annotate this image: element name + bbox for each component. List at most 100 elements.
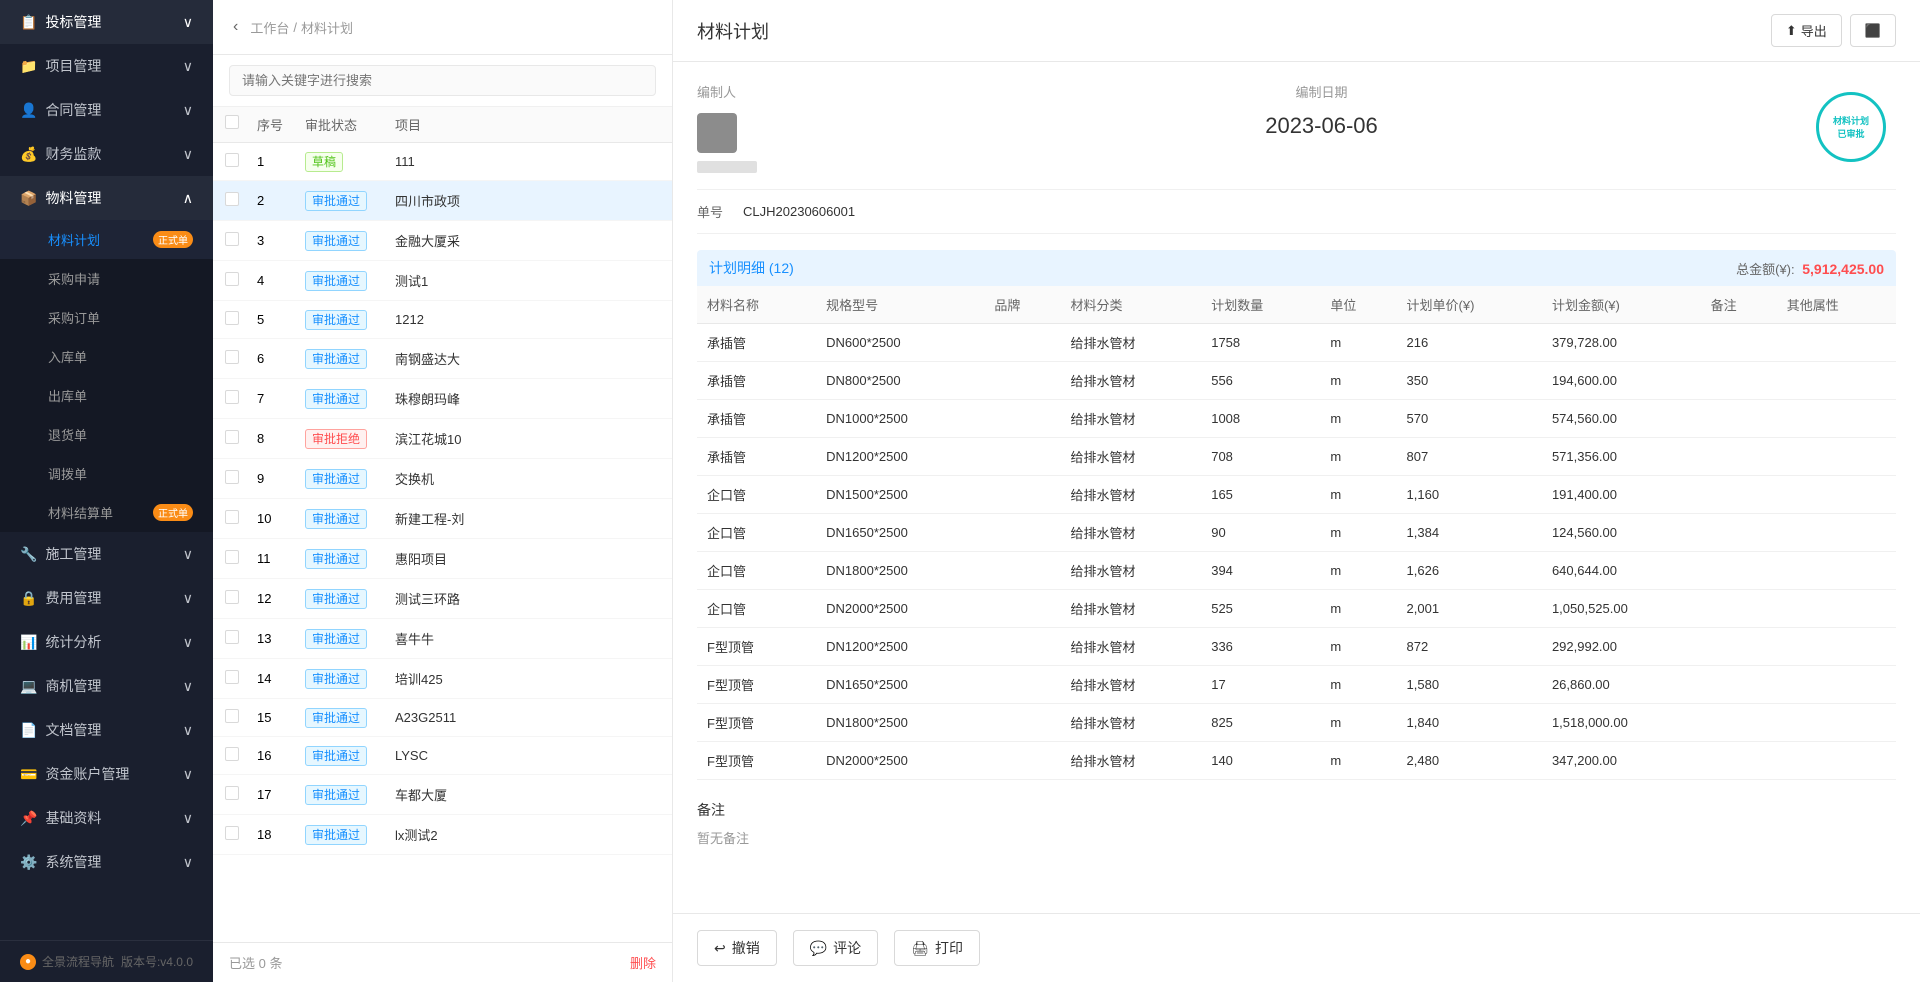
table-row[interactable]: 14 审批通过 培训425 bbox=[213, 659, 672, 699]
table-row[interactable]: 3 审批通过 金融大厦采 bbox=[213, 221, 672, 261]
sidebar-item-stock-in[interactable]: 入库单 bbox=[0, 337, 213, 376]
row-checkbox[interactable] bbox=[225, 709, 239, 723]
td-amount: 194,600.00 bbox=[1542, 362, 1701, 400]
sidebar-item-transfer[interactable]: 调拨单 bbox=[0, 454, 213, 493]
list-item[interactable]: 企口管DN2000*2500给排水管材525m2,0011,050,525.00 bbox=[697, 590, 1896, 628]
date-section: 编制日期 2023-06-06 bbox=[837, 82, 1806, 139]
table-row[interactable]: 16 审批通过 LYSC bbox=[213, 737, 672, 775]
row-checkbox[interactable] bbox=[225, 747, 239, 761]
row-checkbox[interactable] bbox=[225, 192, 239, 206]
td-amount: 379,728.00 bbox=[1542, 324, 1701, 362]
list-item[interactable]: F型顶管DN1800*2500给排水管材825m1,8401,518,000.0… bbox=[697, 704, 1896, 742]
transfer-label: 调拨单 bbox=[48, 464, 87, 483]
list-item[interactable]: 企口管DN1500*2500给排水管材165m1,160191,400.00 bbox=[697, 476, 1896, 514]
table-row[interactable]: 12 审批通过 测试三环路 bbox=[213, 579, 672, 619]
total-label: 总金额(¥): bbox=[1736, 262, 1795, 277]
row-seq: 2 bbox=[257, 193, 305, 208]
table-row[interactable]: 10 审批通过 新建工程-刘 bbox=[213, 499, 672, 539]
row-checkbox[interactable] bbox=[225, 470, 239, 484]
sidebar-item-construction[interactable]: 🔧 施工管理 ∨ bbox=[0, 532, 213, 576]
chevron-down-icon-6: ∨ bbox=[183, 590, 193, 607]
qrcode-button[interactable]: ⬛ bbox=[1850, 14, 1896, 47]
row-checkbox[interactable] bbox=[225, 630, 239, 644]
sidebar-item-project[interactable]: 📁 项目管理 ∨ bbox=[0, 44, 213, 88]
table-row[interactable]: 11 审批通过 惠阳项目 bbox=[213, 539, 672, 579]
sidebar-item-contract[interactable]: 👤 合同管理 ∨ bbox=[0, 88, 213, 132]
sidebar-item-doc[interactable]: 📄 文档管理 ∨ bbox=[0, 708, 213, 752]
row-checkbox[interactable] bbox=[225, 311, 239, 325]
row-project: 测试三环路 bbox=[395, 589, 660, 608]
table-row[interactable]: 7 审批通过 珠穆朗玛峰 bbox=[213, 379, 672, 419]
sidebar-item-purchase-apply[interactable]: 采购申请 bbox=[0, 259, 213, 298]
td-name: F型顶管 bbox=[697, 704, 816, 742]
sidebar-item-materials[interactable]: 📦 物料管理 ∧ bbox=[0, 176, 213, 220]
print-button[interactable]: 🖨 打印 bbox=[894, 930, 980, 966]
table-row[interactable]: 17 审批通过 车都大厦 bbox=[213, 775, 672, 815]
td-unit: m bbox=[1320, 666, 1396, 704]
table-row[interactable]: 2 审批通过 四川市政项 bbox=[213, 181, 672, 221]
list-item[interactable]: F型顶管DN2000*2500给排水管材140m2,480347,200.00 bbox=[697, 742, 1896, 780]
row-checkbox[interactable] bbox=[225, 153, 239, 167]
sidebar-item-return[interactable]: 退货单 bbox=[0, 415, 213, 454]
list-item[interactable]: F型顶管DN1650*2500给排水管材17m1,58026,860.00 bbox=[697, 666, 1896, 704]
sidebar-item-account[interactable]: 💳 资金账户管理 ∨ bbox=[0, 752, 213, 796]
row-checkbox[interactable] bbox=[225, 670, 239, 684]
sidebar-item-system[interactable]: ⚙️ 系统管理 ∨ bbox=[0, 840, 213, 884]
list-item[interactable]: 承插管DN800*2500给排水管材556m350194,600.00 bbox=[697, 362, 1896, 400]
delete-button[interactable]: 删除 bbox=[630, 953, 656, 972]
td-name: F型顶管 bbox=[697, 628, 816, 666]
sidebar-item-machine[interactable]: 💻 商机管理 ∨ bbox=[0, 664, 213, 708]
header-checkbox[interactable] bbox=[225, 115, 239, 129]
table-row[interactable]: 15 审批通过 A23G2511 bbox=[213, 699, 672, 737]
list-item[interactable]: 承插管DN1000*2500给排水管材1008m570574,560.00 bbox=[697, 400, 1896, 438]
cancel-button[interactable]: ↩ 撤销 bbox=[697, 930, 777, 966]
table-row[interactable]: 8 审批拒绝 滨江花城10 bbox=[213, 419, 672, 459]
td-unit: m bbox=[1320, 400, 1396, 438]
table-row[interactable]: 13 审批通过 喜牛牛 bbox=[213, 619, 672, 659]
sidebar-item-expense[interactable]: 🔒 费用管理 ∨ bbox=[0, 576, 213, 620]
search-input[interactable] bbox=[229, 65, 656, 96]
td-brand bbox=[984, 704, 1060, 742]
sidebar-item-stock-out[interactable]: 出库单 bbox=[0, 376, 213, 415]
row-checkbox[interactable] bbox=[225, 390, 239, 404]
sidebar-item-purchase-order[interactable]: 采购订单 bbox=[0, 298, 213, 337]
row-seq: 11 bbox=[257, 551, 305, 566]
row-checkbox[interactable] bbox=[225, 510, 239, 524]
export-button[interactable]: ⬆ 导出 bbox=[1771, 14, 1842, 47]
row-checkbox[interactable] bbox=[225, 590, 239, 604]
row-checkbox[interactable] bbox=[225, 430, 239, 444]
row-checkbox[interactable] bbox=[225, 232, 239, 246]
table-row[interactable]: 4 审批通过 测试1 bbox=[213, 261, 672, 301]
sidebar-item-bid[interactable]: 📋 投标管理 ∨ bbox=[0, 0, 213, 44]
td-amount: 1,050,525.00 bbox=[1542, 590, 1701, 628]
sidebar-item-finance[interactable]: 💰 财务监款 ∨ bbox=[0, 132, 213, 176]
table-row[interactable]: 9 审批通过 交换机 bbox=[213, 459, 672, 499]
row-checkbox[interactable] bbox=[225, 826, 239, 840]
td-category: 给排水管材 bbox=[1061, 400, 1202, 438]
list-item[interactable]: F型顶管DN1200*2500给排水管材336m872292,992.00 bbox=[697, 628, 1896, 666]
row-checkbox[interactable] bbox=[225, 786, 239, 800]
breadcrumb-current: 材料计划 bbox=[301, 18, 353, 37]
sidebar-item-basic[interactable]: 📌 基础资料 ∨ bbox=[0, 796, 213, 840]
table-row[interactable]: 18 审批通过 lx测试2 bbox=[213, 815, 672, 855]
sidebar-item-material-settlement[interactable]: 材料结算单 正式单 bbox=[0, 493, 213, 532]
sidebar-item-material-plan[interactable]: 材料计划 正式单 bbox=[0, 220, 213, 259]
list-item[interactable]: 企口管DN1800*2500给排水管材394m1,626640,644.00 bbox=[697, 552, 1896, 590]
comment-button[interactable]: 💬 评论 bbox=[793, 930, 878, 966]
list-item[interactable]: 承插管DN600*2500给排水管材1758m216379,728.00 bbox=[697, 324, 1896, 362]
row-checkbox[interactable] bbox=[225, 550, 239, 564]
sidebar-item-stats[interactable]: 📊 统计分析 ∨ bbox=[0, 620, 213, 664]
footer-nav[interactable]: ● 全景流程导航 bbox=[20, 953, 114, 970]
row-checkbox[interactable] bbox=[225, 350, 239, 364]
list-item[interactable]: 承插管DN1200*2500给排水管材708m807571,356.00 bbox=[697, 438, 1896, 476]
row-checkbox[interactable] bbox=[225, 272, 239, 286]
breadcrumb-home[interactable]: 工作台 bbox=[250, 18, 289, 37]
table-row[interactable]: 1 草稿 111 bbox=[213, 143, 672, 181]
table-row[interactable]: 5 审批通过 1212 bbox=[213, 301, 672, 339]
row-seq: 17 bbox=[257, 787, 305, 802]
table-row[interactable]: 6 审批通过 南钢盛达大 bbox=[213, 339, 672, 379]
list-item[interactable]: 企口管DN1650*2500给排水管材90m1,384124,560.00 bbox=[697, 514, 1896, 552]
back-button[interactable]: ‹ bbox=[229, 14, 242, 40]
basic-icon: 📌 bbox=[20, 810, 37, 827]
search-box bbox=[213, 55, 672, 107]
